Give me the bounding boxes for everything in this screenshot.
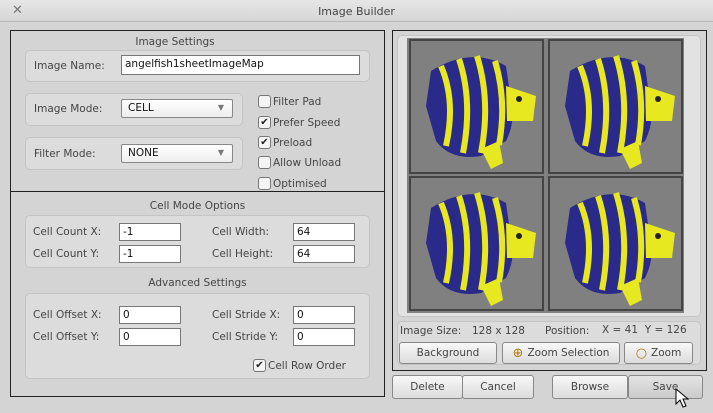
advanced-settings-title: Advanced Settings (148, 277, 247, 289)
cell-count-y-input[interactable]: -1 (119, 245, 181, 263)
cell-offset-x-input[interactable]: 0 (119, 306, 181, 324)
filter-mode-label: Filter Mode: (34, 148, 96, 160)
preload-checkbox[interactable]: ✔ Preload (258, 136, 312, 149)
cell-width-label: Cell Width: (212, 226, 270, 238)
image-name-input[interactable]: angelfish1sheetImageMap (121, 55, 360, 75)
checkbox-box (258, 177, 271, 190)
cell-stride-x-input[interactable]: 0 (293, 306, 355, 324)
zoom-selection-button[interactable]: ⊕ Zoom Selection (502, 342, 620, 364)
chevron-down-icon: ▼ (217, 103, 224, 112)
delete-button[interactable]: Delete (392, 375, 463, 399)
cell-mode-title: Cell Mode Options (149, 200, 246, 212)
save-button[interactable]: Save (628, 375, 703, 399)
image-mode-select[interactable]: CELL ▼ (121, 99, 233, 118)
cancel-button[interactable]: Cancel (462, 375, 534, 399)
cell-stride-x-label: Cell Stride X: (212, 309, 281, 321)
filter-mode-select[interactable]: NONE ▼ (121, 144, 233, 163)
button-label: Browse (570, 381, 610, 393)
cell-offset-y-input[interactable]: 0 (119, 328, 181, 346)
cell-offset-y-label: Cell Offset Y: (33, 331, 100, 343)
zoom-button[interactable]: ○ Zoom (624, 342, 693, 364)
divider (10, 191, 385, 192)
angelfish-image (565, 192, 675, 306)
background-button[interactable]: Background (399, 342, 497, 364)
prefer-speed-checkbox[interactable]: ✔ Prefer Speed (258, 116, 340, 129)
image-cell-1[interactable] (409, 39, 544, 174)
browse-button[interactable]: Browse (552, 375, 628, 399)
title-bar: ✕ Image Builder (0, 0, 713, 22)
checkbox-label: Preload (273, 136, 313, 149)
angelfish-image (426, 55, 536, 169)
checkbox-label: Allow Unload (273, 156, 342, 169)
cell-count-x-input[interactable]: -1 (119, 223, 181, 241)
optimised-checkbox[interactable]: Optimised (258, 177, 327, 190)
allow-unload-checkbox[interactable]: Allow Unload (258, 156, 341, 169)
checkbox-box (258, 156, 271, 169)
position-value: X = 41 Y = 126 (602, 324, 687, 336)
angelfish-image (565, 55, 675, 169)
window-title: Image Builder (318, 5, 395, 18)
zoom-in-icon: ⊕ (512, 345, 524, 361)
image-preview[interactable] (407, 38, 684, 313)
image-cell-2[interactable] (548, 39, 683, 174)
cell-stride-y-input[interactable]: 0 (293, 328, 355, 346)
check-icon: ✔ (258, 116, 271, 129)
cell-row-order-checkbox[interactable]: ✔ Cell Row Order (253, 359, 346, 372)
angelfish-image (426, 192, 536, 306)
checkbox-label: Optimised (273, 177, 327, 190)
button-label: Cancel (480, 381, 516, 393)
image-mode-label: Image Mode: (34, 103, 103, 115)
image-size-value: 128 x 128 (472, 325, 525, 337)
cell-count-y-label: Cell Count Y: (33, 248, 100, 260)
image-cell-4[interactable] (548, 176, 683, 311)
image-mode-value: CELL (128, 102, 154, 114)
button-label: Zoom Selection (527, 347, 610, 359)
position-label: Position: (545, 325, 590, 337)
mouse-cursor-icon (675, 388, 690, 408)
image-size-label: Image Size: (400, 325, 462, 337)
cell-stride-y-label: Cell Stride Y: (212, 331, 278, 343)
cell-count-x-label: Cell Count X: (33, 226, 102, 238)
cell-height-input[interactable]: 64 (293, 245, 355, 263)
checkbox-box (258, 95, 271, 108)
cell-offset-x-label: Cell Offset X: (33, 309, 102, 321)
cell-width-input[interactable]: 64 (293, 223, 355, 241)
filter-mode-value: NONE (128, 147, 159, 159)
magnifier-icon: ○ (635, 345, 648, 361)
filter-pad-checkbox[interactable]: Filter Pad (258, 95, 321, 108)
button-label: Background (416, 347, 480, 359)
button-label: Zoom (651, 347, 682, 359)
checkbox-label: Prefer Speed (273, 116, 341, 129)
button-label: Delete (410, 381, 445, 393)
checkbox-label: Cell Row Order (268, 359, 346, 372)
image-settings-title: Image Settings (135, 36, 215, 48)
check-icon: ✔ (258, 136, 271, 149)
image-cell-3[interactable] (409, 176, 544, 311)
check-icon: ✔ (253, 359, 266, 372)
cell-height-label: Cell Height: (212, 248, 274, 260)
image-name-label: Image Name: (34, 60, 105, 72)
checkbox-label: Filter Pad (273, 95, 322, 108)
chevron-down-icon: ▼ (217, 148, 224, 157)
